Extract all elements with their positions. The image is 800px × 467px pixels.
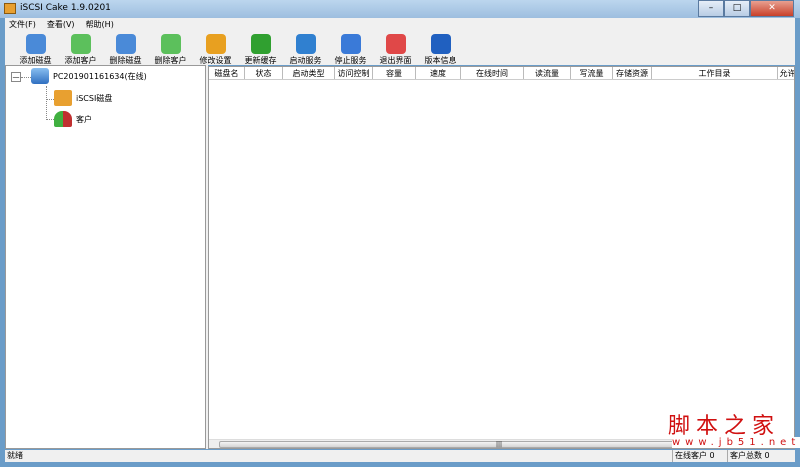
stop-x-icon xyxy=(340,34,361,54)
window-title: iSCSI Cake 1.9.0201 xyxy=(20,3,111,13)
toolbar-button-refresh[interactable]: 更新缓存 xyxy=(238,31,283,65)
tree-root[interactable]: PC201901161634(在线) xyxy=(31,68,147,84)
minimize-button[interactable]: – xyxy=(698,0,724,17)
add-disk-icon xyxy=(25,34,46,54)
disk-icon xyxy=(54,90,72,106)
info-icon xyxy=(430,34,451,54)
online-clients: 在线客户 0 xyxy=(672,450,715,462)
column-header[interactable]: 在线时间 xyxy=(461,67,524,79)
toolbar-button-play[interactable]: 启动服务 xyxy=(283,31,328,65)
column-header[interactable]: 工作目录 xyxy=(652,67,778,79)
toolbar: 添加磁盘 添加客户 删除磁盘 删除客户 修改设置 更新缓存 启动服务 停止服务 退出界面 版本信息 xyxy=(5,31,795,65)
status-bar: 就绪 在线客户 0 客户总数 0 xyxy=(5,450,795,462)
column-header[interactable]: 启动类型 xyxy=(283,67,335,79)
menu-bar: 文件(F) 查看(V) 帮助(H) xyxy=(5,18,795,31)
column-header[interactable]: 访问控制 xyxy=(335,67,373,79)
menu-help[interactable]: 帮助(H) xyxy=(86,18,114,31)
toolbar-label: 启动服务 xyxy=(289,56,322,65)
computer-icon xyxy=(31,68,49,84)
tree-expander[interactable]: — xyxy=(11,72,21,82)
tree-panel: — PC201901161634(在线) iSCSI磁盘 客户 xyxy=(5,65,206,449)
exit-icon xyxy=(385,34,406,54)
column-header[interactable]: 磁盘名 xyxy=(209,67,245,79)
watermark: 脚本之家 xyxy=(668,414,781,439)
toolbar-button-delete-disk[interactable]: 删除磁盘 xyxy=(103,31,148,65)
column-header[interactable]: 存储资源 xyxy=(613,67,652,79)
tree-item-iscsi-disk[interactable]: iSCSI磁盘 xyxy=(54,90,112,106)
status-text: 就绪 xyxy=(7,451,23,460)
column-header[interactable]: 读流量 xyxy=(524,67,571,79)
toolbar-button-wrench[interactable]: 修改设置 xyxy=(193,31,238,65)
refresh-icon xyxy=(250,34,271,54)
toolbar-label: 退出界面 xyxy=(379,56,412,65)
menu-view[interactable]: 查看(V) xyxy=(47,18,75,31)
disk-table: 磁盘名 状态 启动类型 访问控制 容量 速度 在线时间 读流量 写流量 存储资源 工作目录 允许 ||… xyxy=(208,66,795,449)
close-button[interactable]: ✕ xyxy=(750,0,794,17)
toolbar-button-stop-x[interactable]: 停止服务 xyxy=(328,31,373,65)
play-icon xyxy=(295,34,316,54)
title-bar: iSCSI Cake 1.9.0201 – □ ✕ xyxy=(0,0,800,18)
total-clients: 客户总数 0 xyxy=(727,450,770,462)
toolbar-button-exit[interactable]: 退出界面 xyxy=(373,31,418,65)
maximize-button[interactable]: □ xyxy=(724,0,750,17)
column-header[interactable]: 容量 xyxy=(373,67,416,79)
wrench-icon xyxy=(205,34,226,54)
delete-client-icon xyxy=(160,34,181,54)
column-header[interactable]: 速度 xyxy=(416,67,461,79)
column-header[interactable]: 允许 xyxy=(778,67,795,79)
toolbar-button-info[interactable]: 版本信息 xyxy=(418,31,463,65)
column-header[interactable]: 状态 xyxy=(245,67,283,79)
column-header[interactable]: 写流量 xyxy=(571,67,613,79)
toolbar-button-add-client[interactable]: 添加客户 xyxy=(58,31,103,65)
toolbar-label: 停止服务 xyxy=(334,56,367,65)
users-icon xyxy=(54,111,72,127)
toolbar-button-delete-client[interactable]: 删除客户 xyxy=(148,31,193,65)
toolbar-label: 版本信息 xyxy=(424,56,457,65)
toolbar-label: 更新缓存 xyxy=(244,56,277,65)
watermark-url: www.jb51.net xyxy=(672,437,800,448)
add-client-icon xyxy=(70,34,91,54)
menu-file[interactable]: 文件(F) xyxy=(9,18,36,31)
table-header: 磁盘名 状态 启动类型 访问控制 容量 速度 在线时间 读流量 写流量 存储资源 工作目录 允许 xyxy=(209,67,794,80)
toolbar-button-add-disk[interactable]: 添加磁盘 xyxy=(13,31,58,65)
tree-item-clients[interactable]: 客户 xyxy=(54,111,92,127)
delete-disk-icon xyxy=(115,34,136,54)
app-icon xyxy=(4,3,16,14)
